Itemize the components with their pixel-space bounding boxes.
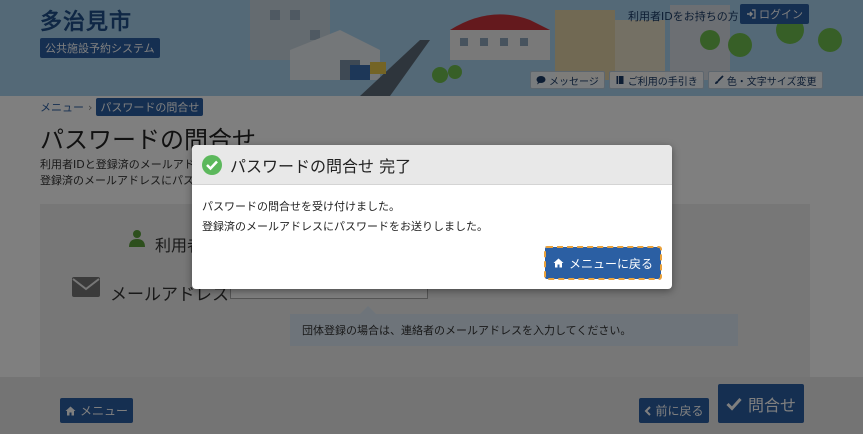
completion-dialog: パスワードの問合せ 完了 パスワードの問合せを受け付けました。 登録済のメールア… xyxy=(192,145,672,289)
dialog-header: パスワードの問合せ 完了 xyxy=(192,145,672,185)
home-icon xyxy=(553,258,564,268)
dialog-message-line1: パスワードの問合せを受け付けました。 xyxy=(202,200,400,213)
success-check-icon xyxy=(202,154,222,175)
return-to-menu-label: メニューに戻る xyxy=(568,256,653,271)
dialog-body: パスワードの問合せを受け付けました。 登録済のメールアドレスにパスワードをお送り… xyxy=(192,185,672,249)
dialog-message-line2: 登録済のメールアドレスにパスワードをお送りしました。 xyxy=(202,220,488,233)
return-to-menu-button[interactable]: メニューに戻る xyxy=(544,246,662,280)
dialog-title: パスワードの問合せ 完了 xyxy=(230,156,412,176)
